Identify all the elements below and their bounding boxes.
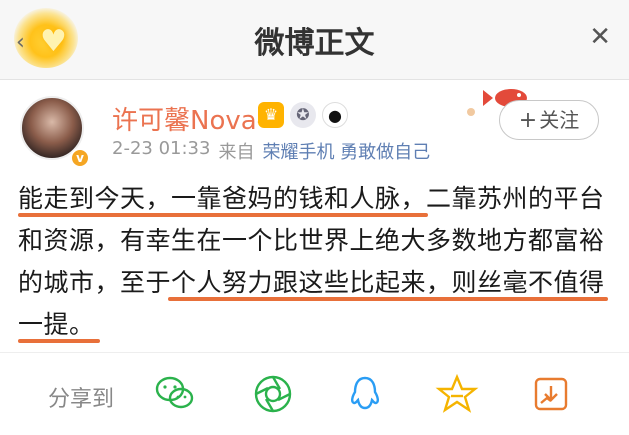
post-content: 能走到今天，一靠爸妈的钱和人脉，二靠苏州的平台 和资源，有幸生在一个比世界上绝大… bbox=[18, 178, 618, 346]
follow-button[interactable]: + 关注 bbox=[499, 100, 599, 140]
highlight-underline bbox=[168, 297, 608, 301]
share-bar: 分享到 bbox=[0, 352, 629, 435]
follow-label: 关注 bbox=[539, 108, 580, 132]
panda-icon[interactable]: ● bbox=[322, 102, 348, 128]
vip-crown-icon[interactable]: ♛ bbox=[258, 102, 284, 128]
save-image-icon[interactable] bbox=[526, 369, 576, 419]
post-text-line: 和资源，有幸生在一个比世界上绝大多数地方都富裕 bbox=[18, 226, 605, 255]
plus-icon: + bbox=[518, 108, 538, 133]
user-badges: ♛ ✪ ● bbox=[258, 102, 348, 128]
verified-badge-icon: v bbox=[70, 148, 90, 168]
qq-icon[interactable] bbox=[340, 369, 390, 419]
moments-icon[interactable] bbox=[248, 369, 298, 419]
source-prefix: 来自 bbox=[218, 142, 255, 163]
page-title: 微博正文 bbox=[254, 26, 375, 61]
highlight-underline bbox=[18, 339, 100, 343]
post-text-line: 一提。 bbox=[18, 304, 618, 346]
post-text-line: 的城市，至于个人努力跟这些比起来，则丝毫不值得 bbox=[18, 262, 618, 304]
highlight-underline bbox=[18, 213, 428, 217]
author-name[interactable]: 许可馨Nova- bbox=[112, 100, 266, 137]
post-card: v 许可馨Nova- ♛ ✪ ● 2-23 01:33 来自 荣耀手机 勇敢做自… bbox=[0, 80, 629, 352]
qzone-icon[interactable] bbox=[432, 369, 482, 419]
wechat-icon[interactable] bbox=[150, 369, 200, 419]
post-time: 2-23 01:33 bbox=[112, 138, 211, 159]
post-source[interactable]: 荣耀手机 勇敢做自己 bbox=[262, 138, 430, 164]
close-icon[interactable]: ✕ bbox=[589, 22, 611, 52]
post-text-line: 能走到今天，一靠爸妈的钱和人脉，二靠苏州的平台 bbox=[18, 178, 618, 220]
share-label: 分享到 bbox=[48, 387, 115, 412]
top-nav-bar: ‹ ♥ 微博正文 ✕ bbox=[0, 0, 629, 80]
post-meta: 2-23 01:33 来自 荣耀手机 勇敢做自己 bbox=[112, 138, 430, 164]
medal-icon[interactable]: ✪ bbox=[290, 102, 316, 128]
